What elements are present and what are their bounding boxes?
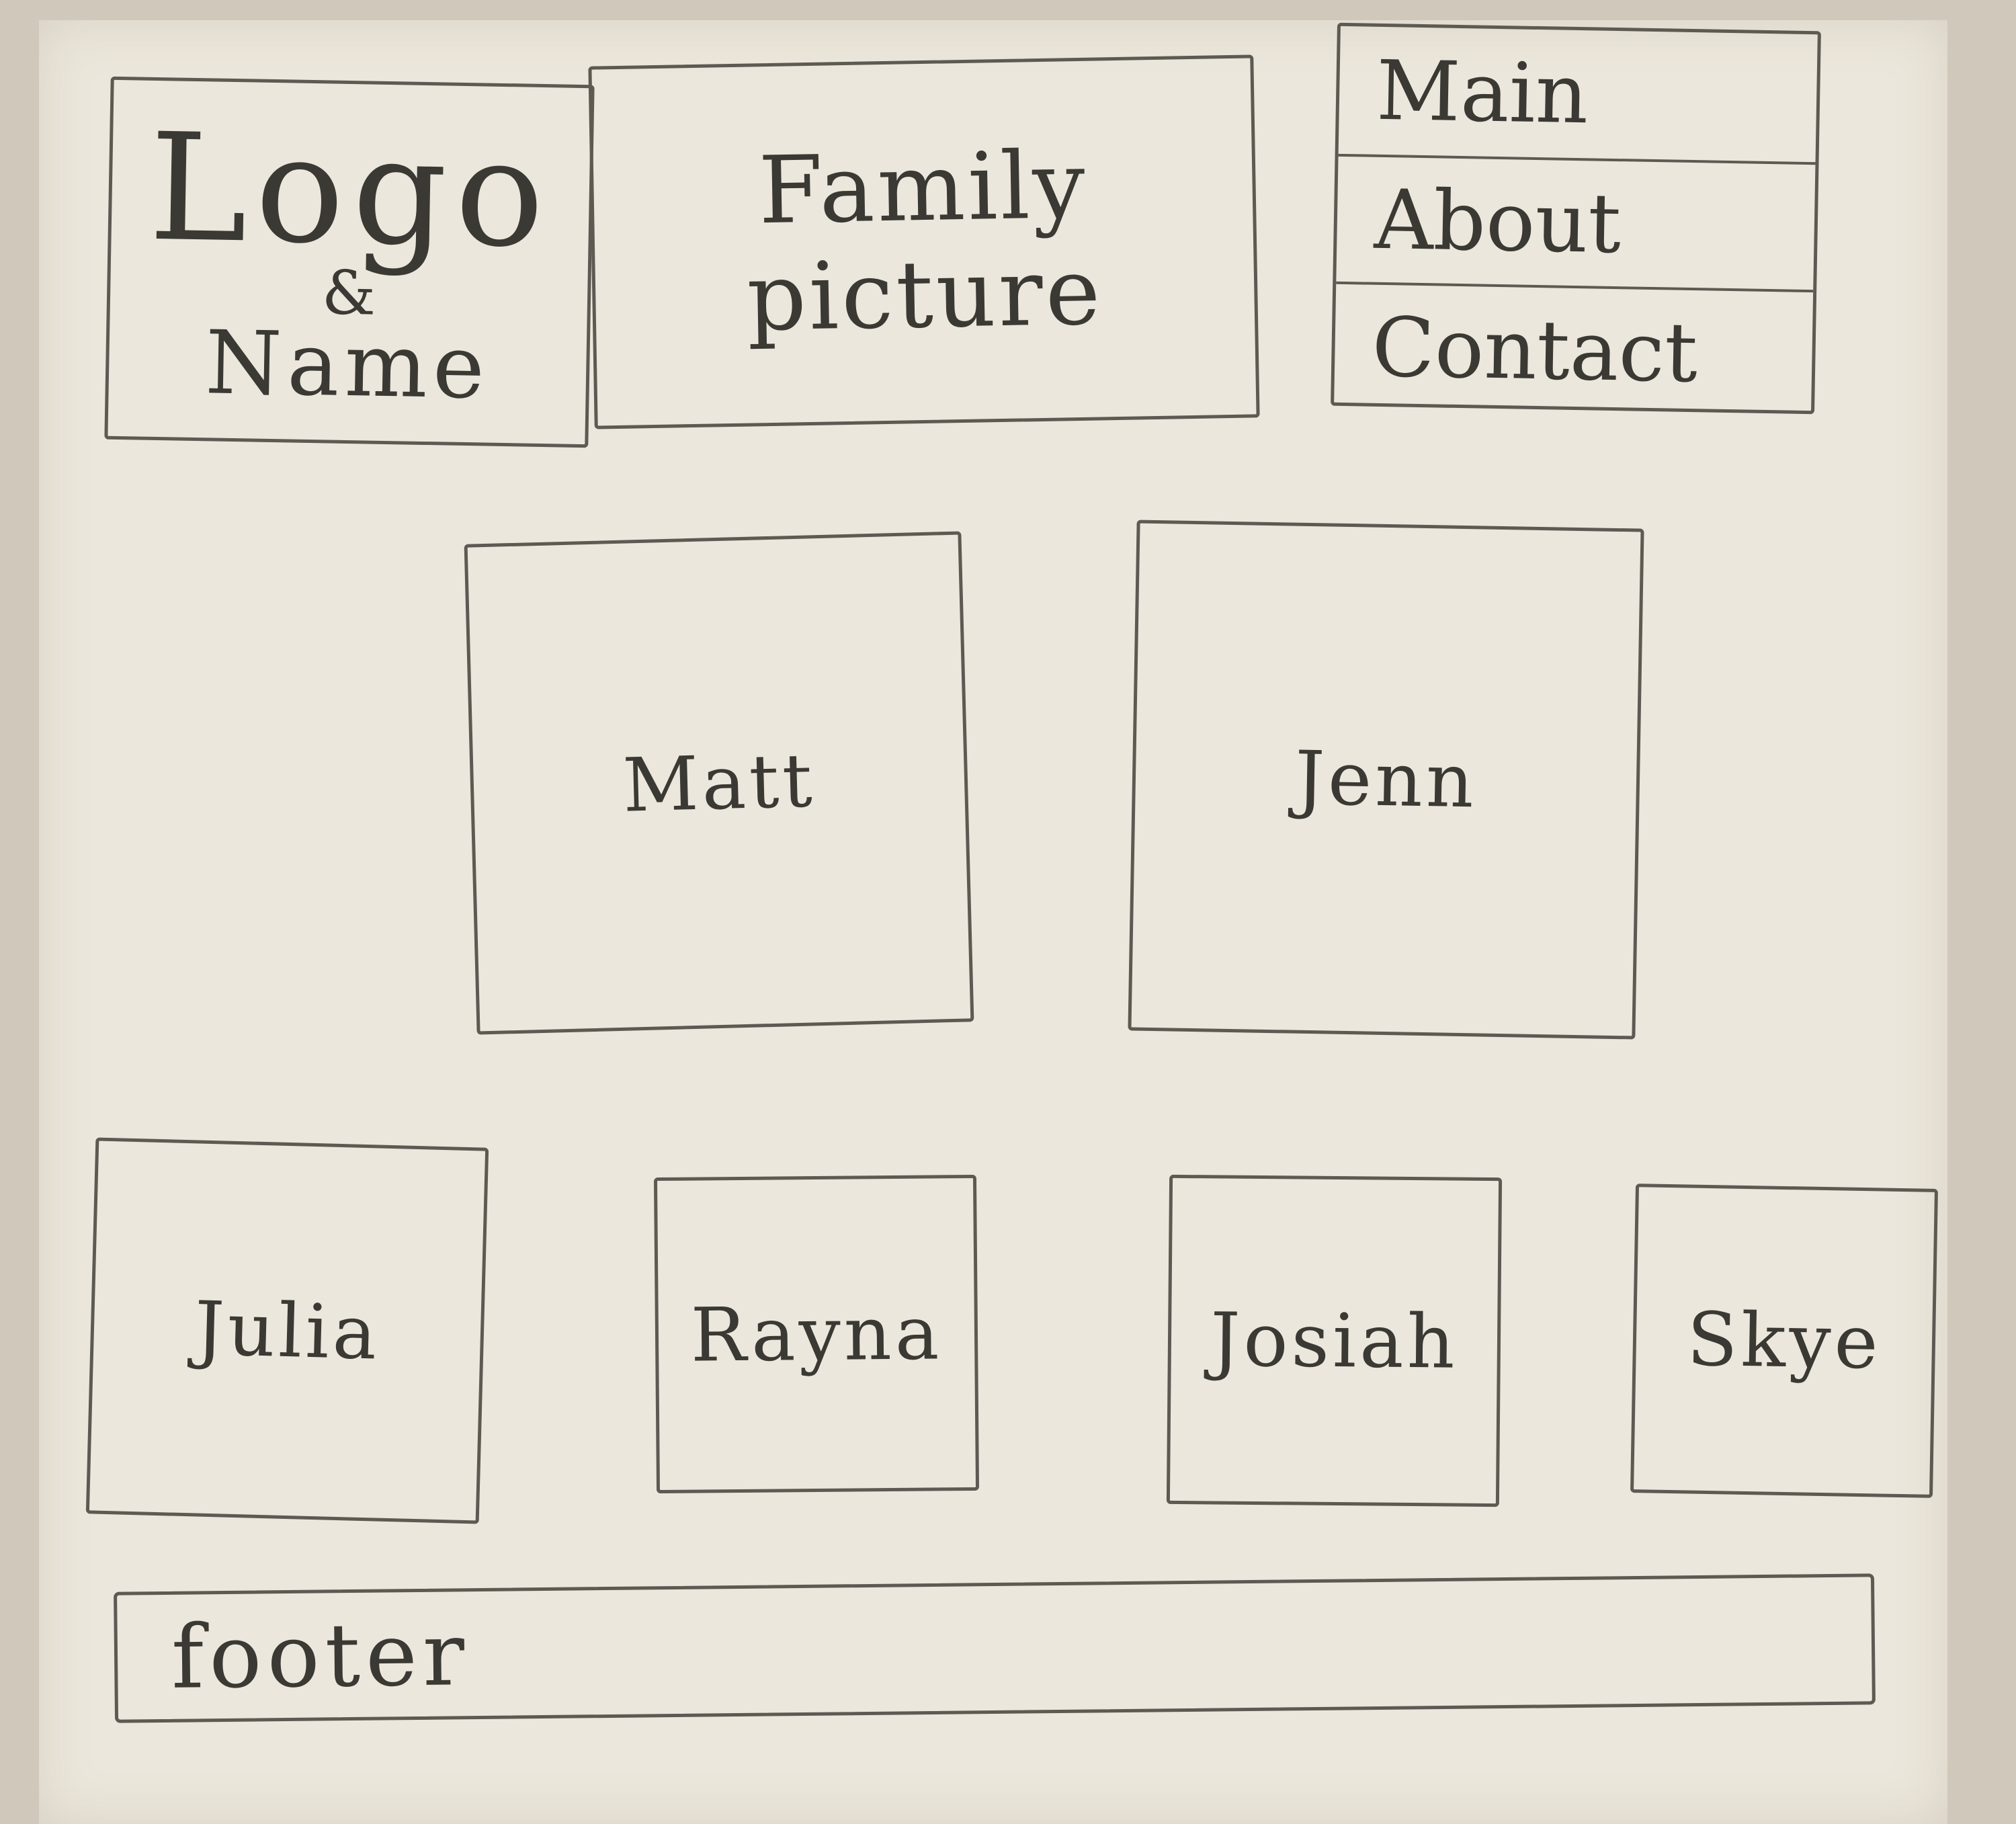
site-footer: footer [114,1573,1876,1723]
member-card-matt[interactable]: Matt [464,531,974,1035]
site-name-text: Name [204,310,491,419]
member-name: Matt [622,737,816,829]
nav-item-about[interactable]: About [1336,153,1816,290]
family-picture-placeholder: Family picture [588,54,1260,429]
member-card-rayna[interactable]: Rayna [653,1174,980,1494]
nav-item-main[interactable]: Main [1339,26,1818,162]
family-picture-label-line1: Family [757,131,1089,245]
family-picture-label-line2: picture [746,237,1104,352]
logo-and-name-placeholder[interactable]: Logo & Name [104,76,595,448]
member-name: Rayna [690,1290,943,1378]
member-card-josiah[interactable]: Josiah [1166,1174,1503,1507]
member-name: Julia [193,1285,382,1376]
member-card-skye[interactable]: Skye [1630,1184,1938,1498]
nav-item-contact[interactable]: Contact [1333,281,1814,418]
member-card-julia[interactable]: Julia [85,1137,489,1524]
member-card-jenn[interactable]: Jenn [1128,520,1644,1040]
member-name: Skye [1686,1296,1882,1386]
member-name: Jenn [1294,735,1478,825]
footer-label: footer [171,1602,470,1708]
member-name: Josiah [1210,1296,1459,1385]
main-navigation: Main About Contact [1331,22,1821,418]
logo-text: Logo [147,101,554,281]
